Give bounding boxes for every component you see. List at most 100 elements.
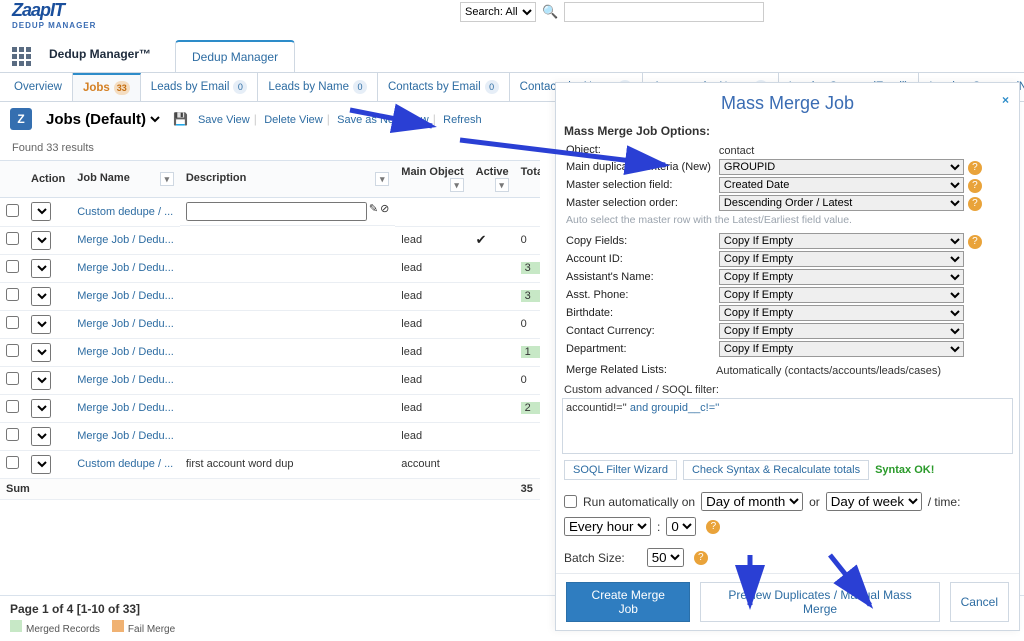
job-name-link[interactable]: Custom dedupe / ...	[71, 198, 180, 227]
job-name-link[interactable]: Merge Job / Dedu...	[71, 422, 180, 450]
panel-title: Mass Merge Job	[556, 83, 1019, 120]
hour-select[interactable]: Every hour	[564, 517, 651, 536]
desc-filter-input[interactable]	[186, 202, 367, 221]
row-action-select[interactable]	[31, 259, 51, 278]
asst-phone-select[interactable]: Copy If Empty	[719, 287, 964, 303]
help-icon[interactable]: ?	[968, 197, 982, 211]
col-header[interactable]: Action	[25, 161, 71, 198]
criteria-select[interactable]: GROUPID	[719, 159, 964, 175]
col-header[interactable]: Job Name▾	[71, 161, 180, 198]
row-checkbox[interactable]	[6, 372, 19, 385]
job-name-link[interactable]: Merge Job / Dedu...	[71, 254, 180, 282]
help-icon[interactable]: ?	[968, 161, 982, 175]
view-selector[interactable]: Jobs (Default)	[42, 110, 163, 129]
job-name-link[interactable]: Merge Job / Dedu...	[71, 282, 180, 310]
day-of-week-select[interactable]: Day of week	[826, 492, 922, 511]
row-checkbox[interactable]	[6, 428, 19, 441]
master-field-select[interactable]: Created Date	[719, 177, 964, 193]
day-of-month-select[interactable]: Day of month	[701, 492, 803, 511]
row-checkbox[interactable]	[6, 456, 19, 469]
row-checkbox[interactable]	[6, 316, 19, 329]
row-action-select[interactable]	[31, 427, 51, 446]
module-bar: Dedup Manager™ Dedup Manager	[0, 34, 1024, 73]
save-icon[interactable]: 💾	[173, 112, 188, 126]
merge-related-value: Automatically (contacts/accounts/leads/c…	[716, 365, 941, 377]
merged-cell	[515, 422, 540, 450]
module-tab-dedup-manager[interactable]: Dedup Manager	[175, 40, 295, 72]
delete-view-link[interactable]: Delete View	[264, 114, 323, 126]
minute-select[interactable]: 0	[666, 517, 696, 536]
row-checkbox[interactable]	[6, 232, 19, 245]
subtab-leads-by-email[interactable]: Leads by Email0	[141, 73, 259, 101]
run-automatically-checkbox[interactable]	[564, 495, 577, 508]
pencil-icon[interactable]: ✎	[369, 202, 378, 221]
row-checkbox[interactable]	[6, 260, 19, 273]
help-icon[interactable]: ?	[968, 179, 982, 193]
col-header[interactable]: Main Object▾	[395, 161, 469, 198]
merged-cell: 3	[515, 282, 540, 310]
obj-cell: lead	[395, 422, 469, 450]
subtab-jobs[interactable]: Jobs33	[73, 73, 141, 101]
merged-cell	[515, 450, 540, 478]
row-checkbox[interactable]	[6, 344, 19, 357]
account-id-select[interactable]: Copy If Empty	[719, 251, 964, 267]
subtab-overview[interactable]: Overview	[4, 73, 73, 101]
row-checkbox[interactable]	[6, 400, 19, 413]
soql-filter-input[interactable]: accountid!='' and groupid__c!=''	[562, 398, 1013, 454]
copy-fields-label: Copy Fields:	[562, 232, 715, 250]
row-action-select[interactable]	[31, 287, 51, 306]
subtab-contacts-by-email[interactable]: Contacts by Email0	[378, 73, 510, 101]
job-name-link[interactable]: Merge Job / Dedu...	[71, 310, 180, 338]
col-header[interactable]: Total Merged▾	[515, 161, 540, 198]
job-name-link[interactable]: Merge Job / Dedu...	[71, 394, 180, 422]
clear-icon[interactable]: ⊘	[380, 202, 389, 221]
col-header[interactable]	[0, 161, 25, 198]
department-select[interactable]: Copy If Empty	[719, 341, 964, 357]
row-action-select[interactable]	[31, 399, 51, 418]
refresh-link[interactable]: Refresh	[443, 114, 482, 126]
active-cell	[470, 338, 515, 366]
sum-label: Sum	[0, 478, 71, 499]
contact-currency-select[interactable]: Copy If Empty	[719, 323, 964, 339]
check-syntax-button[interactable]: Check Syntax & Recalculate totals	[683, 460, 869, 480]
criteria-label: Main duplicates criteria (New)	[562, 158, 715, 176]
create-merge-job-button[interactable]: Create Merge Job	[566, 582, 690, 622]
row-action-select[interactable]	[31, 315, 51, 334]
save-view-link[interactable]: Save View	[198, 114, 250, 126]
preview-duplicates-button[interactable]: Preview Duplicates / Manual Mass Merge	[700, 582, 939, 622]
search-input[interactable]	[564, 2, 764, 22]
copy-fields-select[interactable]: Copy If Empty	[719, 233, 964, 249]
master-order-select[interactable]: Descending Order / Latest	[719, 195, 964, 211]
search-scope-select[interactable]: Search: All	[460, 2, 536, 22]
active-cell	[470, 282, 515, 310]
col-header[interactable]: Active▾	[470, 161, 515, 198]
save-as-new-view-link[interactable]: Save as New View	[337, 114, 429, 126]
subtab-leads-by-name[interactable]: Leads by Name0	[258, 73, 378, 101]
table-row: Custom dedupe / ... ✎⊘	[0, 198, 540, 227]
birthdate-select[interactable]: Copy If Empty	[719, 305, 964, 321]
close-icon[interactable]: ×	[1002, 93, 1009, 107]
job-name-link[interactable]: Merge Job / Dedu...	[71, 226, 180, 254]
app-launcher-icon[interactable]	[12, 47, 31, 66]
row-action-select[interactable]	[31, 371, 51, 390]
batch-size-select[interactable]: 50	[647, 548, 684, 567]
row-action-select[interactable]	[31, 202, 51, 221]
help-icon[interactable]: ?	[706, 520, 720, 534]
table-row: Merge Job / Dedu...lead00	[0, 366, 540, 394]
row-checkbox[interactable]	[6, 288, 19, 301]
assistants-name-select[interactable]: Copy If Empty	[719, 269, 964, 285]
soql-wizard-button[interactable]: SOQL Filter Wizard	[564, 460, 677, 480]
row-action-select[interactable]	[31, 231, 51, 250]
col-header[interactable]: Description▾	[180, 161, 395, 198]
help-icon[interactable]: ?	[968, 235, 982, 249]
job-name-link[interactable]: Merge Job / Dedu...	[71, 366, 180, 394]
global-search: Search: All 🔍	[460, 0, 764, 22]
cancel-button[interactable]: Cancel	[950, 582, 1009, 622]
job-name-link[interactable]: Merge Job / Dedu...	[71, 338, 180, 366]
row-checkbox[interactable]	[6, 204, 19, 217]
row-action-select[interactable]	[31, 455, 51, 474]
job-name-link[interactable]: Custom dedupe / ...	[71, 450, 180, 478]
help-icon[interactable]: ?	[694, 551, 708, 565]
obj-cell: lead	[395, 366, 469, 394]
row-action-select[interactable]	[31, 343, 51, 362]
